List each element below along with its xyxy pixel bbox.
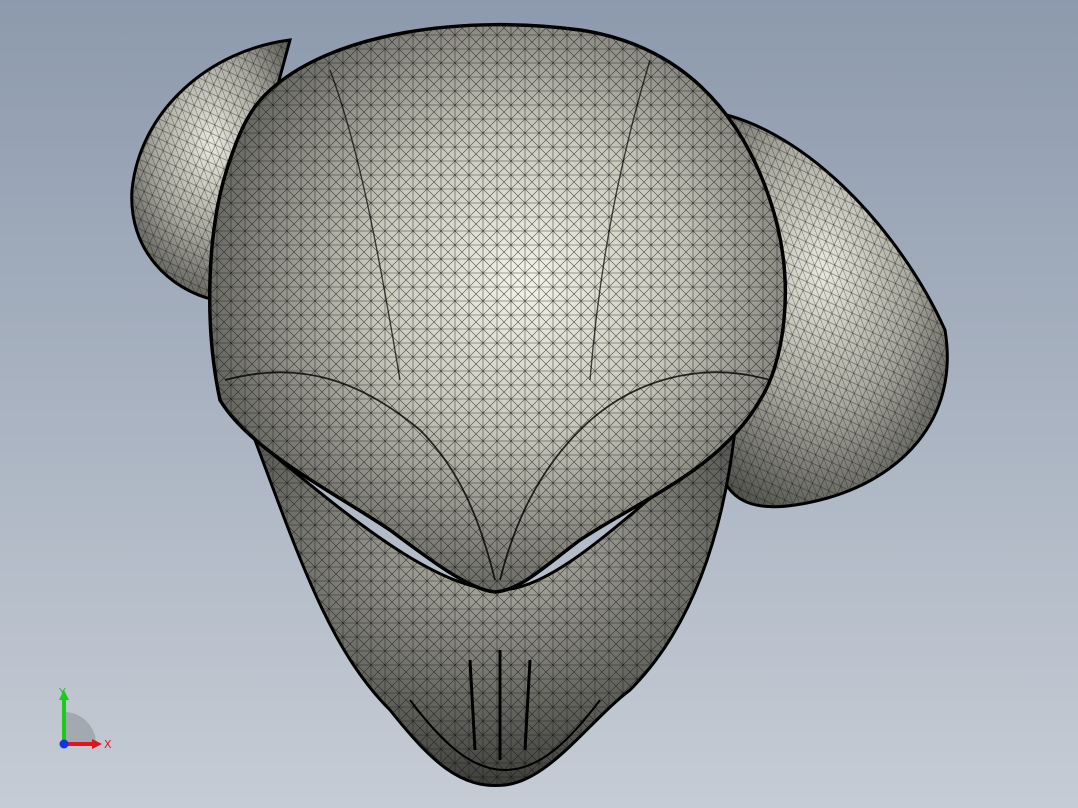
x-axis-label: X [104, 738, 112, 751]
axis-triad: Y X [58, 686, 112, 751]
3d-viewport[interactable]: Y X [0, 0, 1078, 808]
y-axis-label: Y [58, 686, 66, 699]
mesh-model[interactable] [0, 0, 1078, 808]
z-axis-icon [59, 739, 69, 749]
